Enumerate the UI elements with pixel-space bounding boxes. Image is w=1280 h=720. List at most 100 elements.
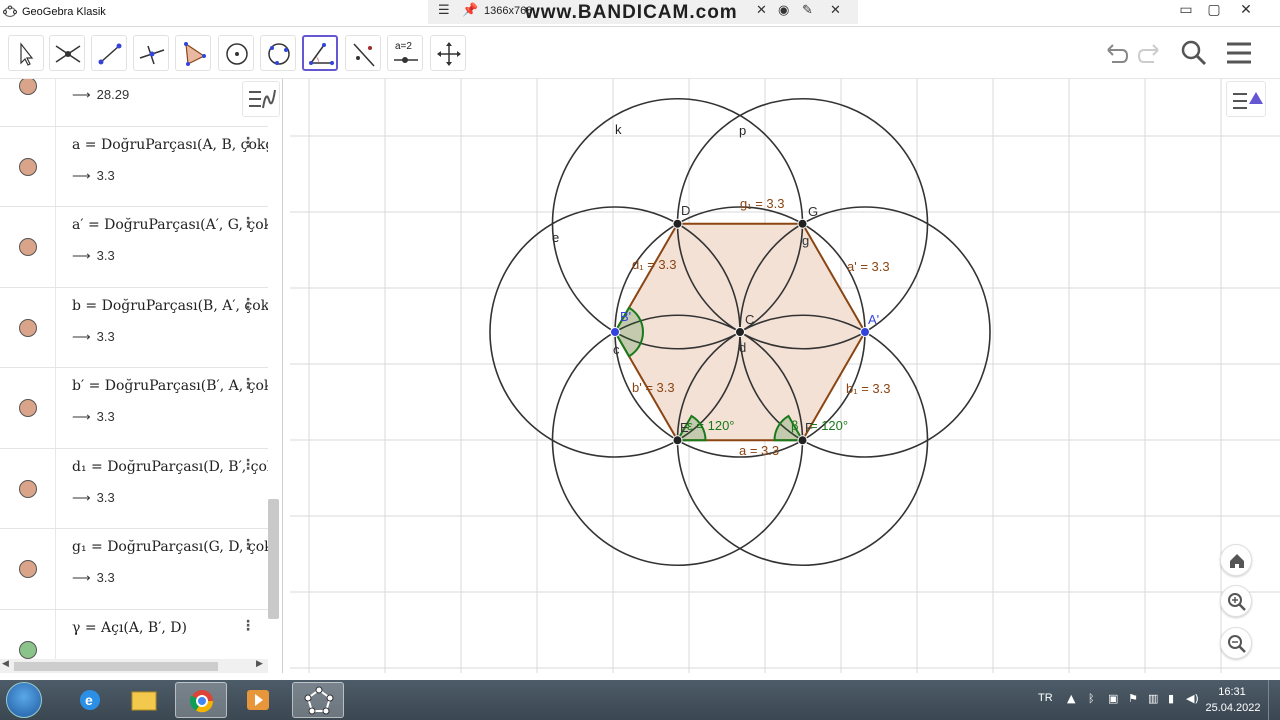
algebra-value-text: 3.3 bbox=[96, 570, 115, 586]
maximize-icon[interactable]: ▢ bbox=[1200, 0, 1228, 22]
algebra-row[interactable]: yüzey = yüzey(D, B′, …⋮⟶28.29 bbox=[0, 79, 268, 127]
more-options-icon[interactable]: ⋮ bbox=[241, 618, 255, 634]
circle-three-points-icon bbox=[268, 43, 290, 65]
redo-icon[interactable] bbox=[1136, 38, 1166, 68]
visibility-marble[interactable] bbox=[19, 318, 37, 337]
algebra-definition[interactable]: a = DoğruParçası(A, B, çokg bbox=[72, 137, 268, 153]
algebra-definition[interactable]: a′ = DoğruParçası(A′, G, çok bbox=[72, 217, 268, 233]
label-angle-epsilon: ε = 120° bbox=[687, 418, 735, 433]
algebra-style-toggle[interactable] bbox=[242, 81, 280, 117]
start-button[interactable] bbox=[6, 682, 42, 718]
visibility-marble[interactable] bbox=[19, 640, 37, 659]
zoom-in-button[interactable] bbox=[1220, 585, 1252, 617]
point-f[interactable] bbox=[797, 435, 808, 446]
tray-expand-icon[interactable]: ▲ bbox=[1067, 692, 1075, 705]
window-title: GeoGebra Klasik bbox=[22, 6, 106, 18]
overlay-x-icon[interactable]: ✕ bbox=[830, 3, 841, 18]
home-button[interactable] bbox=[1220, 544, 1252, 576]
scroll-left-icon[interactable]: ◀ bbox=[2, 659, 9, 669]
label-a-prime: A' bbox=[868, 312, 879, 327]
visibility-marble[interactable] bbox=[19, 157, 37, 176]
clock-time[interactable]: 16:31 bbox=[1208, 686, 1256, 698]
show-desktop-button[interactable] bbox=[1268, 680, 1280, 720]
point-tool-button[interactable] bbox=[49, 35, 85, 71]
circle-three-points-tool-button[interactable] bbox=[260, 35, 296, 71]
visibility-marble[interactable] bbox=[19, 479, 37, 498]
more-options-icon[interactable]: ⋮ bbox=[241, 296, 255, 312]
algebra-row[interactable]: b = DoğruParçası(B, A′, çokg ⋮ ⟶ 3.3 bbox=[0, 287, 268, 368]
line-tool-button[interactable] bbox=[91, 35, 127, 71]
device-icon[interactable]: ▣ bbox=[1108, 692, 1118, 705]
search-icon[interactable] bbox=[1178, 38, 1208, 68]
menu-icon[interactable]: ☰ bbox=[438, 3, 450, 18]
clock-date[interactable]: 25.04.2022 bbox=[1200, 702, 1266, 714]
label-k: k bbox=[615, 122, 622, 137]
camera-icon[interactable]: ◉ bbox=[778, 3, 789, 18]
explorer-taskbar-button[interactable] bbox=[118, 682, 170, 718]
more-options-icon[interactable]: ⋮ bbox=[241, 537, 255, 553]
point-a-prime[interactable] bbox=[860, 327, 870, 337]
algebra-definition[interactable]: g₁ = DoğruParçası(G, D, çok bbox=[72, 539, 268, 555]
point-b-prime[interactable] bbox=[610, 327, 620, 337]
network-icon[interactable]: ▥ bbox=[1148, 692, 1158, 705]
more-options-icon[interactable]: ⋮ bbox=[241, 376, 255, 392]
point-e[interactable] bbox=[672, 435, 683, 446]
graphics-style-bar-button[interactable] bbox=[1226, 81, 1266, 117]
algebra-row[interactable]: d₁ = DoğruParçası(D, B′, çok ⋮ ⟶ 3.3 bbox=[0, 448, 268, 529]
hamburger-menu-icon[interactable] bbox=[1224, 38, 1254, 68]
more-options-icon[interactable]: ⋮ bbox=[241, 215, 255, 231]
visibility-marble[interactable] bbox=[19, 560, 37, 579]
algebra-row[interactable]: a = DoğruParçası(A, B, çokg ⋮ ⟶ 3.3 bbox=[0, 126, 268, 207]
algebra-definition[interactable]: b′ = DoğruParçası(B′, A, çok bbox=[72, 378, 268, 394]
algebra-horizontal-scrollbar[interactable]: ◀ ▶ bbox=[0, 659, 268, 673]
algebra-definition[interactable]: d₁ = DoğruParçası(D, B′, çok bbox=[72, 459, 268, 475]
pencil-icon[interactable]: ✎ bbox=[802, 3, 813, 18]
visibility-marble[interactable] bbox=[19, 399, 37, 418]
minimize-icon[interactable]: ▭ bbox=[1172, 0, 1200, 22]
slider-tool-button[interactable]: a=2 bbox=[387, 35, 423, 71]
undo-icon[interactable] bbox=[1100, 38, 1130, 68]
close-icon[interactable]: ✕ bbox=[1232, 0, 1260, 22]
more-options-icon[interactable]: ⋮ bbox=[241, 457, 255, 473]
pin-icon[interactable]: 📌 bbox=[462, 3, 478, 18]
media-player-taskbar-button[interactable] bbox=[232, 682, 284, 718]
algebra-row[interactable]: b′ = DoğruParçası(B′, A, çok ⋮ ⟶ 3.3 bbox=[0, 368, 268, 449]
battery-icon[interactable]: ▮ bbox=[1168, 692, 1174, 705]
point-c[interactable] bbox=[735, 327, 745, 337]
scroll-right-icon[interactable]: ▶ bbox=[256, 659, 263, 669]
horizontal-scroll-thumb[interactable] bbox=[14, 662, 218, 671]
flag-icon[interactable]: ⚑ bbox=[1128, 692, 1138, 705]
bluetooth-icon[interactable]: ᛒ bbox=[1088, 692, 1095, 705]
move-tool-button[interactable] bbox=[8, 35, 44, 71]
label-b-prime: B' bbox=[620, 309, 631, 324]
ie-taskbar-button[interactable]: e bbox=[64, 682, 116, 718]
language-indicator[interactable]: TR bbox=[1038, 692, 1053, 704]
graphics-canvas[interactable]: k p e D Gg g₁ = 3.3 d₁ = 3.3 a' = 3.3 B' c Cd A' b' … bbox=[290, 79, 1280, 673]
algebra-vertical-scrollbar[interactable] bbox=[268, 499, 279, 619]
label-g-circle: g bbox=[802, 233, 809, 248]
algebra-value-text: 3.3 bbox=[96, 489, 115, 505]
zoom-out-button[interactable] bbox=[1220, 627, 1252, 659]
point-g[interactable] bbox=[797, 218, 808, 229]
algebra-definition[interactable]: b = DoğruParçası(B, A′, çokg bbox=[72, 298, 268, 314]
perpendicular-line-tool-button[interactable] bbox=[133, 35, 169, 71]
visibility-marble[interactable] bbox=[19, 238, 37, 257]
point-d[interactable] bbox=[672, 218, 683, 229]
zoom-in-icon bbox=[1228, 593, 1246, 611]
move-graphics-view-tool-button[interactable] bbox=[430, 35, 466, 71]
algebra-row[interactable]: g₁ = DoğruParçası(G, D, çok ⋮ ⟶ 3.3 bbox=[0, 529, 268, 610]
algebra-row[interactable]: a′ = DoğruParçası(A′, G, çok ⋮ ⟶ 3.3 bbox=[0, 207, 268, 288]
reflect-tool-button[interactable] bbox=[345, 35, 381, 71]
algebra-definition[interactable]: γ = Açı(A, B′, D) bbox=[72, 620, 268, 636]
chrome-taskbar-button[interactable] bbox=[175, 682, 227, 718]
visibility-marble[interactable] bbox=[19, 79, 37, 96]
polygon-tool-button[interactable] bbox=[175, 35, 211, 71]
volume-icon[interactable]: ◀) bbox=[1186, 692, 1199, 705]
graphics-view[interactable]: k p e D Gg g₁ = 3.3 d₁ = 3.3 a' = 3.3 B' c Cd A' b' … bbox=[290, 79, 1280, 673]
overlay-close-icon[interactable]: ✕ bbox=[756, 3, 767, 18]
angle-tool-button[interactable] bbox=[302, 35, 338, 71]
algebra-value-text: 28.29 bbox=[96, 87, 130, 103]
circle-center-point-tool-button[interactable] bbox=[218, 35, 254, 71]
more-options-icon[interactable]: ⋮ bbox=[241, 135, 255, 151]
geogebra-taskbar-button[interactable] bbox=[292, 682, 344, 718]
